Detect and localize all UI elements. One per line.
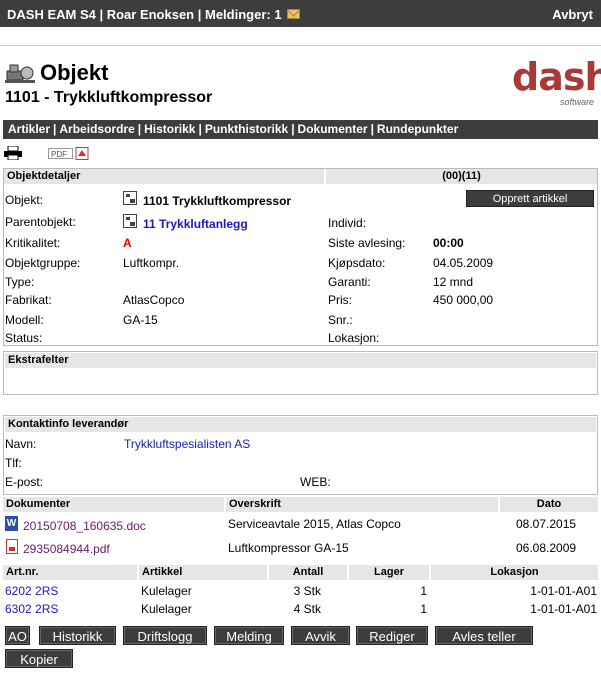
fabrikat-label: Fabrikat: [5,293,52,307]
contact-heading: Kontaktinfo leverandør [5,417,596,432]
create-article-button[interactable]: Opprett artikkel [466,190,594,207]
document-link[interactable]: 20150708_160635.doc [23,519,146,533]
driftslogg-button[interactable]: Driftslogg [123,626,207,645]
snr-label: Snr.: [328,313,353,327]
object-grid-icon [123,191,137,205]
top-bar: DASH EAM S4 | Roar Enoksen | Meldinger: … [0,0,601,27]
app-status: DASH EAM S4 | Roar Enoksen | Meldinger: … [7,7,301,22]
article-store: 1 [420,602,427,616]
word-doc-icon: W [5,516,18,531]
article-store: 1 [420,584,427,598]
rediger-button[interactable]: Rediger [356,626,428,645]
document-title: Serviceavtale 2015, Atlas Copco [228,517,401,531]
article-name: Kulelager [141,584,192,598]
documents-header: Dokumenter [3,497,224,512]
article-name: Kulelager [141,602,192,616]
lokasjon-label: Lokasjon: [328,331,380,345]
contact-web-label: WEB: [300,475,331,489]
article-loc: 1-01-01-A01 [530,602,597,616]
nav-rundepunkter[interactable]: Rundepunkter [377,122,458,136]
avvik-button[interactable]: Avvik [291,626,350,645]
type-label: Type: [5,275,35,289]
individ-label: Individ: [328,216,367,230]
page-header: Objekt 1101 - Trykkluftkompressor dash s… [0,45,601,117]
modell-label: Modell: [5,313,44,327]
kjopsdato-value: 04.05.2009 [433,256,494,270]
objekt-label: Objekt: [5,193,44,207]
article-nr-link[interactable]: 6302 2RS [5,602,58,616]
pdf-icon[interactable]: PDF [48,147,90,160]
nav-bar: Artikler | Arbeidsordre | Historikk | Punkthis… [3,120,598,139]
document-title: Luftkompressor GA-15 [228,541,349,555]
extra-heading: Ekstrafelter [5,353,596,368]
logo-sub: software [559,97,594,107]
article-qty: 4 Stk [293,602,321,616]
siste-avlesing-value: 00:00 [433,236,464,250]
pris-value: 450 000,00 [433,293,494,307]
parent-label: Parentobjekt: [5,215,76,229]
avles-teller-button[interactable]: Avles teller [435,626,533,645]
pdf-icon-text: PDF [51,150,67,159]
fabrikat-value: AtlasCopco [123,293,185,307]
modell-value: GA-15 [123,313,158,327]
articles-loc-header: Lokasjon [431,565,598,580]
documents-date-header: Dato [500,497,598,512]
article-loc: 1-01-01-A01 [530,584,597,598]
articles-store-header: Lager [349,565,429,580]
garanti-value: 12 mnd [433,275,474,289]
envelope-icon[interactable] [287,9,301,19]
contact-name-label: Navn: [5,437,37,451]
document-date: 08.07.2015 [516,517,577,531]
page-title: Objekt [40,60,109,85]
machine-icon [5,64,35,83]
objektgruppe-label: Objektgruppe: [5,256,81,270]
article-qty: 3 Stk [293,584,321,598]
nav-historikk[interactable]: Historikk [144,122,195,136]
ao-button[interactable]: AO [5,626,30,645]
kjopsdato-label: Kjøpsdato: [328,256,386,270]
garanti-label: Garanti: [328,275,371,289]
siste-avlesing-label: Siste avlesing: [328,236,406,250]
logo-word: dash [512,55,601,99]
printer-icon[interactable] [4,146,22,160]
parent-grid-icon [123,214,137,228]
nav-punkthistorikk[interactable]: Punkthistorikk [205,122,288,136]
nav-arbeidsordre[interactable]: Arbeidsordre [59,122,134,136]
page-subtitle: 1101 - Trykkluftkompressor [5,89,213,106]
documents-title-header: Overskrift [226,497,498,512]
objektgruppe-value: Luftkompr. [123,256,180,270]
kritikalitet-label: Kritikalitet: [5,236,61,250]
document-link[interactable]: 2935084944.pdf [23,542,110,556]
cancel-link[interactable]: Avbryt [552,7,593,22]
contact-phone-label: Tlf: [5,456,22,470]
status-label: Status: [5,331,43,345]
historikk-button[interactable]: Historikk [39,626,116,645]
contact-email-label: E-post: [5,475,44,489]
pris-label: Pris: [328,293,352,307]
article-nr-link[interactable]: 6202 2RS [5,584,58,598]
app-status-text: DASH EAM S4 | Roar Enoksen | Meldinger: … [7,7,282,22]
document-date: 06.08.2009 [516,541,577,555]
parent-link[interactable]: 11 Trykkluftanlegg [143,217,248,231]
articles-name-header: Artikkel [139,565,267,580]
kopier-button[interactable]: Kopier [5,649,73,668]
kritikalitet-value: A [123,236,132,250]
articles-nr-header: Art.nr. [3,565,137,580]
pdf-doc-icon [6,539,18,554]
objekt-value: 1101 Trykkluftkompressor [143,194,292,208]
details-heading: Objektdetaljer [4,169,324,184]
melding-button[interactable]: Melding [214,626,284,645]
dash-logo: dash software [510,53,601,111]
contact-name-link[interactable]: Trykkluftspesialisten AS [124,437,250,451]
nav-artikler[interactable]: Artikler [8,122,50,136]
nav-dokumenter[interactable]: Dokumenter [298,122,368,136]
details-counts: (00)(11) [326,169,597,184]
articles-qty-header: Antall [269,565,347,580]
pdf-icon-graphic: PDF [48,147,89,160]
extra-panel: Ekstrafelter [3,351,598,395]
